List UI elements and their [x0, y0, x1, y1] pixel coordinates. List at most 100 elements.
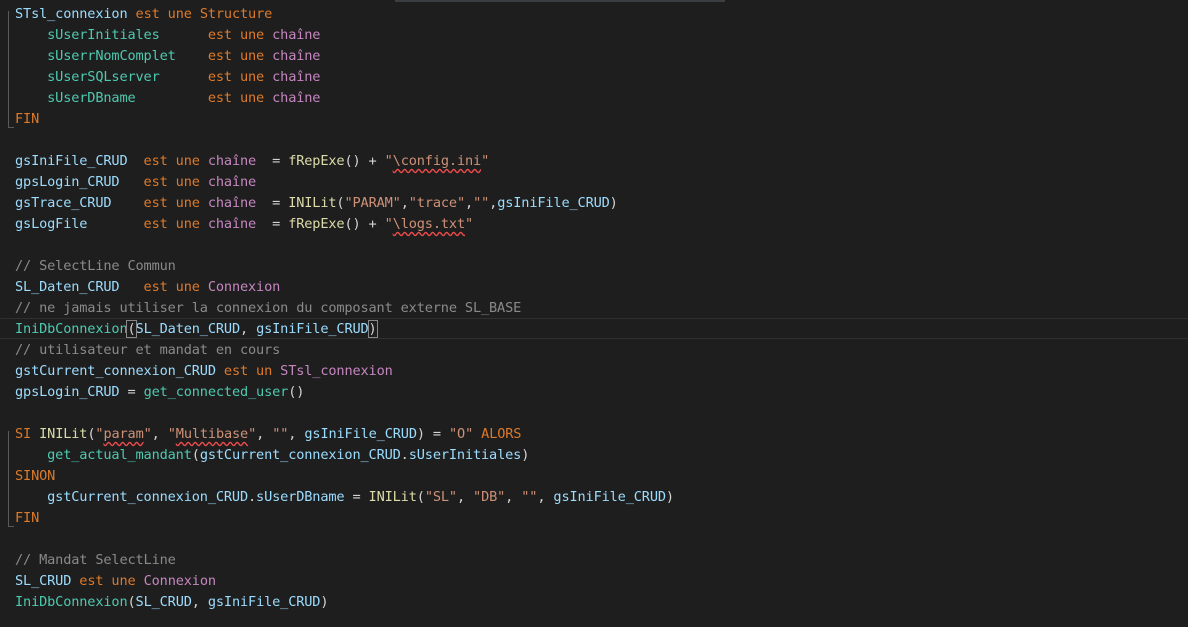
code-token: est une [207, 90, 265, 106]
code-token: ) [609, 195, 618, 211]
code-token: . [400, 447, 409, 463]
code-token: = [256, 153, 289, 169]
code-token: Structure [199, 6, 273, 22]
code-token: gsIniFile_CRUD [256, 321, 369, 337]
code-token: = [256, 216, 289, 232]
code-token: get_connected_user [143, 384, 289, 400]
code-token: sUserrNomComplet [15, 48, 208, 64]
code-token: SL_Daten_CRUD [15, 279, 144, 295]
code-token: gpsLogin_CRUD [15, 384, 120, 400]
code-token: est une [79, 573, 136, 589]
code-token: \logs.txt [392, 216, 465, 232]
code-token: , [505, 489, 522, 505]
code-line[interactable]: get_actual_mandant(gstCurrent_connexion_… [15, 445, 529, 466]
code-line[interactable]: gpsLogin_CRUD = get_connected_user() [15, 382, 304, 403]
code-line[interactable]: // ne jamais utiliser la connexion du co… [15, 298, 521, 319]
code-token: "" [473, 195, 490, 211]
code-token: chaîne [272, 48, 321, 64]
code-token: // ne jamais utiliser la connexion du co… [15, 300, 522, 316]
code-line[interactable]: FIN [15, 508, 39, 529]
block-guide-structure [8, 11, 9, 127]
code-token: gstCurrent_connexion_CRUD [15, 363, 216, 379]
code-line[interactable]: sUserSQLserver est une chaîne [15, 67, 320, 88]
code-line[interactable]: // Mandat SelectLine [15, 550, 176, 571]
code-line[interactable]: sUserDBname est une chaîne [15, 88, 320, 109]
code-token: SL_CRUD [15, 573, 72, 589]
code-token: // SelectLine Commun [15, 258, 176, 274]
code-token: gstCurrent_connexion_CRUD [199, 447, 401, 463]
code-editor[interactable]: STsl_connexion est une Structure sUserIn… [0, 0, 1188, 627]
code-token: Connexion [207, 279, 281, 295]
code-token: " [384, 216, 393, 232]
code-line[interactable]: sUserrNomComplet est une chaîne [15, 46, 320, 67]
code-line[interactable]: gstCurrent_connexion_CRUD est un STsl_co… [15, 361, 393, 382]
code-token: est une [143, 153, 200, 169]
code-token: "DB" [473, 489, 506, 505]
code-token: fRepExe [288, 216, 345, 232]
code-token: chaîne [272, 27, 321, 43]
code-line[interactable]: SL_CRUD est une Connexion [15, 571, 216, 592]
code-token: " [248, 426, 257, 442]
code-token: Multibase [175, 426, 249, 442]
code-token: chaîne [207, 153, 257, 169]
code-token: sUserDBname [15, 90, 208, 106]
code-token: chaîne [272, 90, 321, 106]
code-line[interactable]: gsLogFile est une chaîne = fRepExe() + "… [15, 214, 473, 235]
code-line[interactable]: // utilisateur et mandat en cours [15, 340, 280, 361]
code-line[interactable]: gsTrace_CRUD est une chaîne = INILit("PA… [15, 193, 618, 214]
code-token: IniDbConnexion [15, 594, 128, 610]
code-token: SL_Daten_CRUD [135, 321, 241, 337]
code-token: est un [223, 363, 273, 379]
code-token: est une [143, 279, 200, 295]
code-token: chaîne [207, 174, 257, 190]
code-token: ) [521, 447, 530, 463]
code-token: " [143, 426, 152, 442]
code-token: ) [367, 320, 378, 338]
code-token: FIN [15, 111, 40, 127]
code-token: // utilisateur et mandat en cours [15, 342, 281, 358]
code-token: SI [15, 426, 32, 442]
code-token: est une [207, 69, 265, 85]
code-line[interactable]: SINON [15, 466, 55, 487]
code-token: ALORS [481, 426, 522, 442]
code-line[interactable]: FIN [15, 109, 39, 130]
code-line[interactable]: SI INILit("param", "Multibase", "", gsIn… [15, 424, 521, 445]
code-token: sUserDBname [256, 489, 345, 505]
code-line[interactable]: IniDbConnexion(SL_Daten_CRUD, gsIniFile_… [15, 319, 378, 340]
code-token: = [256, 195, 289, 211]
code-token: SINON [15, 468, 56, 484]
code-token: gsIniFile_CRUD [15, 153, 144, 169]
code-line[interactable]: gstCurrent_connexion_CRUD.sUserDBname = … [15, 487, 674, 508]
code-token: gstCurrent_connexion_CRUD [47, 489, 248, 505]
code-line[interactable]: // SelectLine Commun [15, 256, 176, 277]
code-token: , [191, 594, 208, 610]
code-token: gsIniFile_CRUD [304, 426, 417, 442]
code-token: "O" [449, 426, 474, 442]
code-token: // Mandat SelectLine [15, 552, 176, 568]
code-line[interactable]: sUserInitiales est une chaîne [15, 25, 320, 46]
code-token: INILit [39, 426, 88, 442]
code-token: ( [191, 447, 200, 463]
code-token: , [489, 195, 498, 211]
code-line[interactable]: STsl_connexion est une Structure [15, 4, 272, 25]
code-line[interactable]: SL_Daten_CRUD est une Connexion [15, 277, 280, 298]
code-token: , [256, 426, 273, 442]
code-token: sUserInitiales [408, 447, 522, 463]
block-guide-tick [8, 127, 14, 128]
code-token: est une [143, 174, 200, 190]
code-token: = [119, 384, 144, 400]
code-token: , [288, 426, 305, 442]
code-token: = [344, 489, 369, 505]
code-line[interactable]: gsIniFile_CRUD est une chaîne = fRepExe(… [15, 151, 489, 172]
code-token: () + [344, 216, 385, 232]
code-line[interactable]: gpsLogin_CRUD est une chaîne [15, 172, 256, 193]
code-line[interactable]: IniDbConnexion(SL_CRUD, gsIniFile_CRUD) [15, 592, 329, 613]
